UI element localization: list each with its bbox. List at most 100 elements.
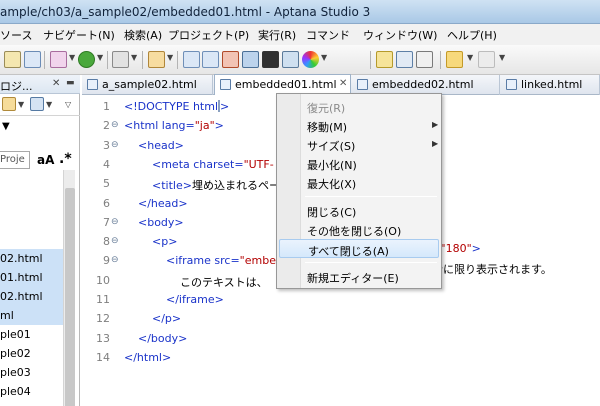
run-icon[interactable] (78, 51, 95, 68)
project-explorer-panel: ロジ... ✕ ▬ ▼ ▼ ▽ ▼ Proje aA .* 02.html 01… (0, 75, 80, 406)
fold-toggle-icon[interactable]: ⊖ (111, 120, 119, 130)
task-icon[interactable] (396, 51, 413, 68)
line-number: 6 (103, 196, 110, 210)
debug-icon[interactable] (50, 51, 67, 68)
list-item-label: 02.html (0, 252, 43, 265)
close-icon[interactable]: ✕ (339, 78, 347, 89)
collapse-arrow-icon[interactable]: ▼ (2, 121, 10, 132)
menu-run[interactable]: 実行(R) (258, 27, 296, 43)
menu-item-label: 復元(R) (307, 102, 346, 115)
menu-item-new-editor[interactable]: 新規エディター(E) (279, 267, 439, 286)
clipboard-icon[interactable] (112, 51, 129, 68)
gear-icon[interactable] (30, 97, 44, 111)
open-file-icon[interactable] (24, 51, 41, 68)
code-line: <head> (138, 139, 184, 152)
list-item[interactable]: ple02 (0, 344, 64, 363)
menu-item-restore[interactable]: 復元(R) (279, 97, 439, 116)
chevron-down-icon[interactable]: ▼ (18, 100, 24, 109)
code-token: charset= (193, 157, 244, 171)
tab-embedded01[interactable]: embedded01.html ✕ (214, 74, 351, 95)
list-item-label: ple02 (0, 347, 31, 360)
list-item[interactable]: ple04 (0, 382, 64, 401)
menu-project[interactable]: プロジェクト(P) (168, 27, 249, 43)
forward-icon[interactable] (478, 51, 495, 68)
tab-context-menu: 復元(R) 移動(M) ▶ サイズ(S) ▶ 最小化(N) 最大化(X) 閉じる(C… (276, 93, 442, 289)
theme-icon[interactable] (282, 51, 299, 68)
tab-label: a_sample02.html (102, 78, 197, 91)
fold-toggle-icon[interactable]: ⊖ (111, 140, 119, 150)
menu-item-move[interactable]: 移動(M) ▶ (279, 116, 439, 135)
chevron-down-icon[interactable]: ▼ (499, 53, 505, 62)
menu-item-close[interactable]: 閉じる(C) (279, 201, 439, 220)
chevron-down-icon[interactable]: ▼ (46, 100, 52, 109)
menu-item-close-others[interactable]: その他を閉じる(O) (279, 220, 439, 239)
case-sensitive-toggle[interactable]: aA (37, 153, 54, 167)
code-token: "ja" (194, 119, 215, 133)
chevron-down-icon[interactable]: ▼ (131, 53, 137, 62)
highlight-icon[interactable] (376, 51, 393, 68)
back-icon[interactable] (446, 51, 463, 68)
line-number: 5 (103, 177, 110, 191)
code-token: <p> (152, 235, 178, 249)
list-item[interactable]: ml (0, 306, 64, 325)
toolbar-separator (44, 51, 45, 69)
terminal-icon[interactable] (262, 51, 279, 68)
pilcrow-icon[interactable] (416, 51, 433, 68)
code-line: </p> (152, 312, 181, 325)
regex-toggle[interactable]: .* (59, 151, 72, 167)
vertical-scrollbar[interactable] (63, 170, 75, 406)
code-line: <title>埋め込まれるペー (152, 177, 280, 193)
menu-item-close-all[interactable]: すべて閉じる(A) (279, 239, 439, 258)
minimize-icon[interactable]: ▬ (66, 78, 75, 88)
menu-window[interactable]: ウィンドウ(W) (363, 27, 437, 43)
filter-input[interactable]: Proje (0, 151, 30, 169)
tab-a-sample02[interactable]: a_sample02.html (82, 75, 213, 95)
code-token: > (220, 100, 230, 113)
chevron-down-icon[interactable]: ▼ (321, 53, 327, 62)
code-line: <iframe src="embe (166, 254, 276, 267)
project-explorer-icon[interactable] (202, 51, 219, 68)
list-item[interactable]: ple01 (0, 325, 64, 344)
app-explorer-icon[interactable] (183, 51, 200, 68)
fold-toggle-icon[interactable]: ⊖ (111, 217, 119, 227)
code-token: </html> (124, 350, 172, 364)
menu-commands[interactable]: コマンド (306, 27, 350, 43)
submenu-arrow-icon: ▶ (432, 120, 439, 129)
list-item[interactable]: 02.html (0, 249, 64, 268)
toolbar-separator (142, 51, 143, 69)
tab-linked[interactable]: linked.html (501, 75, 600, 95)
toolbar-separator (370, 51, 371, 69)
code-token: lang= (161, 119, 195, 133)
html-file-icon (357, 79, 368, 90)
menu-search[interactable]: 検索(A) (124, 27, 162, 43)
code-token: </head> (138, 196, 188, 210)
menu-help[interactable]: ヘルプ(H) (447, 27, 497, 43)
line-number: 4 (103, 157, 110, 171)
list-item[interactable]: 01.html (0, 268, 64, 287)
menu-source[interactable]: ソース (0, 27, 32, 43)
menu-item-maximize[interactable]: 最大化(X) (279, 173, 439, 192)
home-icon[interactable] (222, 51, 239, 68)
new-file-icon[interactable] (4, 51, 21, 68)
fold-toggle-icon[interactable]: ⊖ (111, 236, 119, 246)
chevron-down-icon[interactable]: ▼ (167, 53, 173, 62)
chevron-down-icon[interactable]: ▼ (97, 53, 103, 62)
deploy-icon[interactable] (242, 51, 259, 68)
chevron-down-icon[interactable]: ▼ (69, 53, 75, 62)
chevron-down-icon[interactable]: ▼ (467, 53, 473, 62)
fold-toggle-icon[interactable]: ⊖ (111, 255, 119, 265)
tab-embedded02[interactable]: embedded02.html (352, 75, 500, 95)
list-item[interactable]: 02.html (0, 287, 64, 306)
panel-title[interactable]: ロジ... (0, 78, 33, 94)
scrollbar-thumb[interactable] (65, 188, 75, 406)
menu-item-minimize[interactable]: 最小化(N) (279, 154, 439, 173)
view-menu-icon[interactable]: ▽ (65, 100, 71, 109)
code-token: "180" (440, 242, 472, 255)
close-icon[interactable]: ✕ (52, 78, 60, 89)
list-item[interactable]: ple03 (0, 363, 64, 382)
color-picker-icon[interactable] (302, 51, 319, 68)
menu-item-size[interactable]: サイズ(S) ▶ (279, 135, 439, 154)
folder-icon[interactable] (2, 97, 16, 111)
wand-icon[interactable] (148, 51, 165, 68)
menu-navigate[interactable]: ナビゲート(N) (43, 27, 115, 43)
